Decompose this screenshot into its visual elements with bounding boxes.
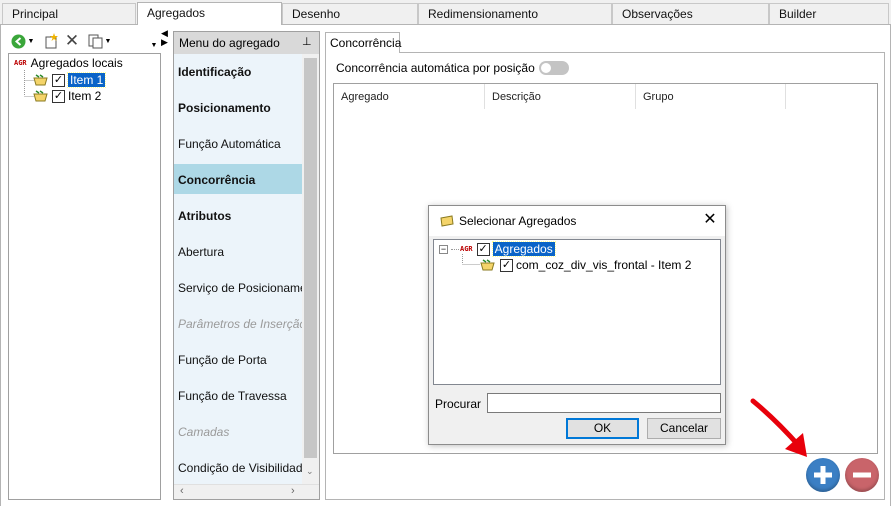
search-input[interactable]: [487, 393, 721, 413]
aggregate-item-icon: [33, 74, 48, 86]
aggregate-icon: AGR: [460, 245, 473, 253]
dialog-tree-item-label: com_coz_div_vis_frontal - Item 2: [516, 258, 692, 272]
aggregate-item-icon: [440, 215, 454, 227]
aggregate-item-icon: [480, 259, 495, 271]
remove-button[interactable]: [845, 458, 879, 492]
delete-icon[interactable]: ✕: [64, 31, 80, 51]
back-icon[interactable]: [10, 31, 26, 51]
menu-item-concorrencia[interactable]: Concorrência: [174, 164, 302, 194]
dialog-titlebar: Selecionar Agregados ✕: [429, 206, 725, 236]
item-checkbox[interactable]: ✓: [52, 73, 65, 87]
add-button[interactable]: [806, 458, 840, 492]
menu-item-condicao-visibilidade[interactable]: Condição de Visibilidade: [174, 452, 302, 482]
menu-item-funcao-automatica[interactable]: Função Automática: [174, 128, 302, 158]
tab-desenho[interactable]: Desenho: [282, 3, 418, 24]
collapse-icon[interactable]: −: [439, 244, 448, 254]
tab-observacoes[interactable]: Observações: [612, 3, 769, 24]
column-header-descricao[interactable]: Descrição: [485, 84, 636, 109]
tab-label: Concorrência: [330, 36, 402, 50]
close-icon[interactable]: ✕: [701, 211, 719, 229]
tab-label: Principal: [12, 7, 59, 21]
overflow-icon[interactable]: ▼: [149, 39, 159, 51]
plus-icon: [814, 466, 832, 484]
menu-item-funcao-porta[interactable]: Função de Porta: [174, 344, 302, 374]
menu-vertical-scrollbar[interactable]: ⌄: [302, 54, 319, 484]
column-header-grupo[interactable]: Grupo: [636, 84, 786, 109]
menu-item-identificacao[interactable]: Identificação: [174, 56, 302, 86]
collapse-panel-icon[interactable]: ◀ ▶: [161, 29, 173, 47]
tab-concorrencia[interactable]: Concorrência: [325, 32, 402, 53]
tab-label: Redimensionamento: [428, 7, 539, 21]
tab-label: Desenho: [292, 7, 341, 21]
pin-icon[interactable]: ⊥: [302, 35, 312, 48]
menu-list: Identificação Posicionamento Função Auto…: [174, 54, 302, 484]
aggregate-item-icon: [33, 90, 48, 102]
cancel-button[interactable]: Cancelar: [647, 418, 721, 439]
menu-item-atributos[interactable]: Atributos: [174, 200, 302, 230]
menu-item-abertura[interactable]: Abertura: [174, 236, 302, 266]
select-aggregates-dialog: Selecionar Agregados ✕ − AGR ✓ Agregados…: [428, 205, 726, 445]
tab-builder[interactable]: Builder: [769, 3, 889, 24]
scrollbar-thumb[interactable]: [304, 58, 317, 458]
dialog-title: Selecionar Agregados: [459, 214, 577, 228]
grid-header: Agregado Descrição Grupo: [334, 84, 786, 109]
tree-root-label: Agregados locais: [30, 56, 123, 70]
tab-redimensionamento[interactable]: Redimensionamento: [418, 3, 612, 24]
aggregate-icon: AGR: [14, 59, 27, 67]
tree-item[interactable]: ✓ Item 1: [33, 72, 107, 88]
tree-root[interactable]: AGR Agregados locais: [14, 55, 123, 71]
menu-item-parametros-insercao: Parâmetros de Inserção: [178, 317, 302, 331]
aggregate-menu-panel: Menu do agregado ⊥ Identificação Posicio…: [173, 31, 320, 500]
item-checkbox[interactable]: ✓: [52, 89, 65, 103]
menu-item-servico-posicionamento[interactable]: Serviço de Posicionamento: [174, 272, 302, 302]
local-aggregates-tree: AGR Agregados locais ✓ Item 1 ✓ Item 2: [8, 53, 161, 500]
scroll-down-icon[interactable]: ⌄: [306, 466, 314, 477]
tree-item-label: Item 1: [66, 72, 107, 88]
dialog-aggregates-tree: − AGR ✓ Agregados ✓ com_coz_div_vis_fron…: [433, 239, 721, 385]
menu-horizontal-scrollbar[interactable]: ‹ ›: [174, 484, 319, 499]
chevron-down-icon[interactable]: ▼: [27, 31, 35, 51]
scroll-right-icon[interactable]: ›: [291, 485, 295, 497]
tab-principal[interactable]: Principal: [2, 3, 136, 24]
menu-item-posicionamento[interactable]: Posicionamento: [174, 92, 302, 122]
auto-concurrency-row: Concorrência automática por posição: [336, 60, 569, 76]
auto-concurrency-toggle[interactable]: [538, 61, 569, 75]
auto-concurrency-label: Concorrência automática por posição: [336, 61, 535, 75]
annotation-arrow-icon: [750, 398, 807, 457]
menu-header: Menu do agregado ⊥: [174, 32, 319, 54]
dialog-tree-item[interactable]: ✓ com_coz_div_vis_frontal - Item 2: [480, 257, 691, 273]
tab-label: Builder: [779, 7, 817, 21]
tab-label: Agregados: [147, 6, 206, 20]
copy-icon[interactable]: [87, 31, 103, 51]
ok-button[interactable]: OK: [566, 418, 639, 439]
menu-header-title: Menu do agregado: [179, 36, 280, 50]
tab-agregados[interactable]: Agregados: [137, 2, 282, 25]
tab-label: Observações: [622, 7, 693, 21]
dialog-tree-root[interactable]: − AGR ✓ Agregados: [439, 241, 556, 257]
left-toolbar: ▼ ✕ ▼ ▼: [8, 31, 160, 53]
column-header-agregado[interactable]: Agregado: [334, 84, 485, 109]
chevron-down-icon[interactable]: ▼: [104, 31, 112, 51]
tree-lines: [462, 254, 480, 265]
minus-icon: [853, 472, 871, 478]
item-checkbox[interactable]: ✓: [500, 258, 513, 272]
main-tab-bar: Principal Agregados Desenho Redimensiona…: [0, 0, 891, 25]
menu-item-camadas: Camadas: [178, 425, 230, 439]
tree-item-label: Item 2: [68, 89, 102, 103]
dialog-tree-root-label: Agregados: [491, 241, 556, 257]
new-item-icon[interactable]: [43, 31, 59, 51]
scroll-left-icon[interactable]: ‹: [180, 485, 184, 497]
tree-item[interactable]: ✓ Item 2: [33, 88, 101, 104]
menu-item-funcao-travessa[interactable]: Função de Travessa: [174, 380, 302, 410]
search-label: Procurar: [435, 397, 482, 411]
